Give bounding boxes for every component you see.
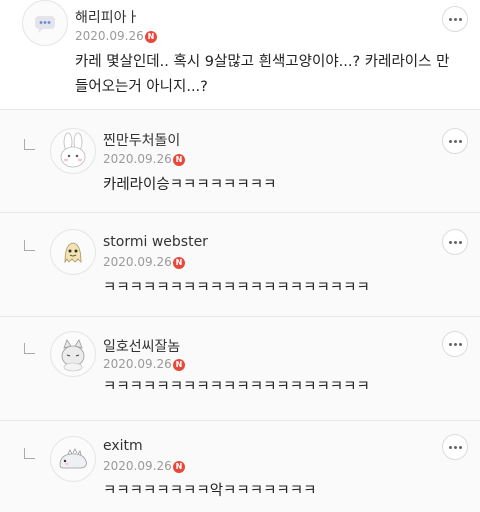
new-badge: N xyxy=(145,31,157,43)
more-icon xyxy=(448,240,452,244)
more-icon xyxy=(448,342,452,346)
new-badge: N xyxy=(173,257,185,269)
more-options-button[interactable] xyxy=(442,6,468,32)
more-icon xyxy=(448,139,452,143)
more-options-button[interactable] xyxy=(442,128,468,154)
reply-arrow-icon xyxy=(24,240,35,251)
comment-text: ㅋㅋㅋㅋㅋㅋㅋㅋㅋㅋㅋㅋㅋㅋㅋㅋㅋㅋㅋㅋ xyxy=(103,280,370,296)
reply-comment: exitm 2020.09.26 N ㅋㅋㅋㅋㅋㅋㅋㅋ악ㅋㅋㅋㅋㅋㅋㅋ xyxy=(0,421,480,512)
ghost-avatar[interactable] xyxy=(50,229,96,275)
comment-text: ㅋㅋㅋㅋㅋㅋㅋㅋ악ㅋㅋㅋㅋㅋㅋㅋ xyxy=(103,483,317,499)
more-options-button[interactable] xyxy=(442,434,468,460)
new-badge: N xyxy=(173,154,185,166)
reply-arrow-icon xyxy=(24,343,35,354)
dino-avatar[interactable] xyxy=(50,436,96,482)
comment-date: 2020.09.26 xyxy=(103,357,172,371)
comment-date: 2020.09.26 xyxy=(103,152,172,166)
new-badge: N xyxy=(173,461,185,473)
reply-arrow-icon xyxy=(24,448,35,459)
comment-text: 카레라이승ㅋㅋㅋㅋㅋㅋㅋㅋ xyxy=(103,177,277,193)
reply-comment: stormi webster 2020.09.26 N ㅋㅋㅋㅋㅋㅋㅋㅋㅋㅋㅋㅋ… xyxy=(0,213,480,316)
author-name[interactable]: stormi webster xyxy=(103,234,208,250)
comment-text: ㅋㅋㅋㅋㅋㅋㅋㅋㅋㅋㅋㅋㅋㅋㅋㅋㅋㅋㅋㅋ xyxy=(103,379,370,395)
chat-bubble-avatar[interactable] xyxy=(22,0,68,46)
reply-comment: 찐만두처돌이 2020.09.26 N 카레라이승ㅋㅋㅋㅋㅋㅋㅋㅋ xyxy=(0,110,480,212)
comment-date: 2020.09.26 xyxy=(103,255,172,269)
comment-date: 2020.09.26 xyxy=(75,29,144,43)
comment: 해리피아ㅏ 2020.09.26 N 카레 몇살인데.. 혹시 9살많고 흰색고… xyxy=(0,0,480,110)
author-name[interactable]: 찐만두처돌이 xyxy=(103,130,180,150)
more-icon xyxy=(448,17,452,21)
bunny-avatar[interactable] xyxy=(50,128,96,174)
author-name[interactable]: exitm xyxy=(103,438,143,454)
more-options-button[interactable] xyxy=(442,229,468,255)
more-options-button[interactable] xyxy=(442,331,468,357)
comment-date: 2020.09.26 xyxy=(103,459,172,473)
reply-arrow-icon xyxy=(24,139,35,150)
comment-text: 카레 몇살인데.. 혹시 9살많고 흰색고양이야...? 카레라이스 만들어오는… xyxy=(75,54,450,95)
new-badge: N xyxy=(173,359,185,371)
cat-avatar[interactable] xyxy=(50,331,96,377)
more-icon xyxy=(448,445,452,449)
author-name[interactable]: 일호선씨잘놈 xyxy=(103,336,180,356)
reply-comment: 일호선씨잘놈 2020.09.26 N ㅋㅋㅋㅋㅋㅋㅋㅋㅋㅋㅋㅋㅋㅋㅋㅋㅋㅋㅋㅋ xyxy=(0,317,480,420)
author-name[interactable]: 해리피아ㅏ xyxy=(75,7,139,27)
